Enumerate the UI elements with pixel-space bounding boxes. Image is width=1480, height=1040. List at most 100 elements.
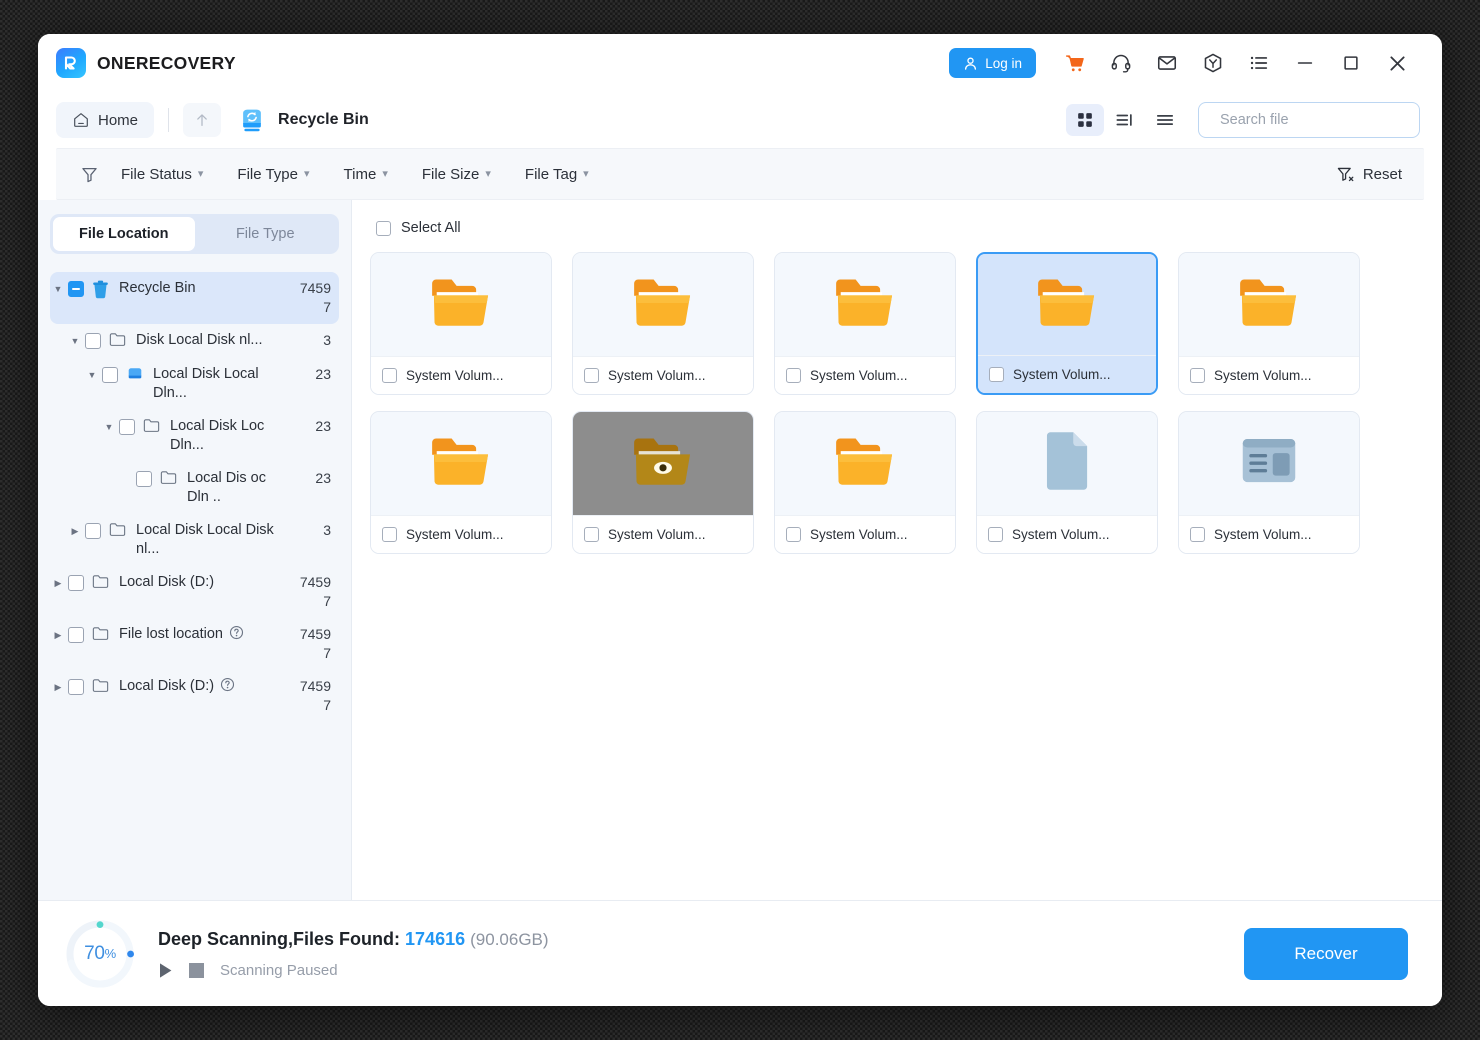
mail-icon[interactable]: [1144, 41, 1190, 85]
tree-checkbox[interactable]: [68, 627, 84, 643]
file-checkbox[interactable]: [584, 527, 599, 542]
tree-toggle-icon[interactable]: ▶: [50, 677, 66, 697]
tree-item[interactable]: ▼Local Disk Local Dln...23: [84, 358, 339, 410]
tree-item[interactable]: Local Dis oc Dln ..23: [118, 462, 339, 514]
file-checkbox[interactable]: [1190, 368, 1205, 383]
tree-toggle-icon[interactable]: ▶: [50, 573, 66, 593]
home-button[interactable]: Home: [56, 102, 154, 138]
tree-item-count: 3: [295, 331, 331, 350]
tree-toggle-icon[interactable]: ▼: [67, 331, 83, 351]
brand: ONERECOVERY: [56, 48, 236, 78]
folder-icon: [1237, 275, 1301, 334]
home-icon: [72, 111, 90, 129]
sidebar-tabs: File Location File Type: [50, 214, 339, 254]
home-label: Home: [98, 112, 138, 129]
content-area: File Location File Type ▼Recycle Bin7459…: [38, 200, 1442, 900]
headset-icon[interactable]: [1098, 41, 1144, 85]
file-tile[interactable]: System Volum...: [976, 411, 1158, 554]
file-tile[interactable]: System Volum...: [572, 411, 754, 554]
select-all-row[interactable]: Select All: [376, 220, 1422, 236]
search-box[interactable]: [1198, 102, 1420, 138]
file-checkbox[interactable]: [382, 527, 397, 542]
reset-button[interactable]: Reset: [1336, 165, 1402, 184]
tree-toggle-icon[interactable]: ▶: [50, 625, 66, 645]
file-tile-footer: System Volum...: [1179, 515, 1359, 553]
select-all-checkbox[interactable]: [376, 221, 391, 236]
tree-checkbox[interactable]: [136, 471, 152, 487]
tree-toggle-icon[interactable]: ▼: [50, 279, 66, 299]
file-tile[interactable]: System Volum...: [976, 252, 1158, 395]
tree-item[interactable]: ▶Local Disk (D:)74597: [50, 566, 339, 618]
login-button[interactable]: Log in: [949, 48, 1036, 78]
folder-outline-icon: [109, 521, 129, 537]
file-tile[interactable]: System Volum...: [370, 252, 552, 395]
tree-checkbox[interactable]: [68, 679, 84, 695]
tree-item-label: Disk Local Disk nl...: [136, 331, 295, 350]
file-checkbox[interactable]: [786, 527, 801, 542]
menu-list-icon[interactable]: [1236, 41, 1282, 85]
play-icon[interactable]: [158, 962, 173, 979]
tree-checkbox[interactable]: [102, 367, 118, 383]
user-icon: [963, 56, 978, 71]
tree-checkbox[interactable]: [68, 281, 84, 297]
folder-outline-icon: [143, 417, 163, 433]
tree-item[interactable]: ▼ Disk Local Disk nl...3: [67, 324, 339, 358]
select-all-label: Select All: [401, 220, 461, 236]
titlebar-actions: Log in: [949, 41, 1420, 85]
close-icon[interactable]: [1374, 41, 1420, 85]
chevron-down-icon: ▾: [304, 169, 310, 180]
breadcrumb-label: Recycle Bin: [278, 111, 369, 129]
maximize-icon[interactable]: [1328, 41, 1374, 85]
tree-item[interactable]: ▼Local Disk Loc Dln...23: [101, 410, 339, 462]
recover-button[interactable]: Recover: [1244, 928, 1408, 980]
tree-item-label: Local Disk (D:): [119, 573, 295, 592]
tab-file-type[interactable]: File Type: [195, 217, 337, 251]
list-icon[interactable]: [1146, 104, 1184, 136]
file-tile[interactable]: System Volum...: [370, 411, 552, 554]
title-bar: ONERECOVERY Log in: [38, 34, 1442, 92]
tree-toggle-icon[interactable]: ▼: [101, 417, 117, 437]
filter-file-size[interactable]: File Size ▾: [422, 166, 491, 183]
tree-item[interactable]: ▶Local Disk (D:)74597: [50, 670, 339, 722]
drive-blue-icon: [126, 365, 146, 381]
arrow-up-icon[interactable]: [183, 103, 221, 137]
filter-label: File Type: [237, 166, 298, 183]
file-tile[interactable]: System Volum...: [572, 252, 754, 395]
file-checkbox[interactable]: [989, 367, 1004, 382]
minimize-icon[interactable]: [1282, 41, 1328, 85]
box-icon[interactable]: [1190, 41, 1236, 85]
file-tile[interactable]: System Volum...: [774, 252, 956, 395]
tree-checkbox[interactable]: [85, 333, 101, 349]
tree-checkbox[interactable]: [85, 523, 101, 539]
file-tile[interactable]: System Volum...: [774, 411, 956, 554]
tab-file-location[interactable]: File Location: [53, 217, 195, 251]
cart-icon[interactable]: [1052, 41, 1098, 85]
tree-item[interactable]: ▼Recycle Bin74597: [50, 272, 339, 324]
reset-label: Reset: [1363, 166, 1402, 183]
file-checkbox[interactable]: [1190, 527, 1205, 542]
tree-toggle-icon[interactable]: ▶: [67, 521, 83, 541]
file-checkbox[interactable]: [786, 368, 801, 383]
file-checkbox[interactable]: [382, 368, 397, 383]
file-checkbox[interactable]: [988, 527, 1003, 542]
file-thumbnail: [775, 412, 955, 515]
tree-item[interactable]: ▶File lost location74597: [50, 618, 339, 670]
filter-file-type[interactable]: File Type ▾: [237, 166, 309, 183]
filter-file-tag[interactable]: File Tag ▾: [525, 166, 589, 183]
tree-item[interactable]: ▶Local Disk Local Disk nl...3: [67, 514, 339, 566]
files-found-count: 174616: [405, 929, 465, 949]
grid-icon[interactable]: [1066, 104, 1104, 136]
filter-file-status[interactable]: File Status ▾: [121, 166, 203, 183]
file-tile[interactable]: System Volum...: [1178, 252, 1360, 395]
detail-list-icon[interactable]: [1106, 104, 1144, 136]
tree-toggle-icon[interactable]: ▼: [84, 365, 100, 385]
tree-checkbox[interactable]: [119, 419, 135, 435]
file-tile[interactable]: System Volum...: [1178, 411, 1360, 554]
file-checkbox[interactable]: [584, 368, 599, 383]
stop-icon[interactable]: [189, 963, 204, 978]
tree-checkbox[interactable]: [68, 575, 84, 591]
search-input[interactable]: [1220, 112, 1407, 128]
filter-time[interactable]: Time ▾: [344, 166, 388, 183]
file-thumbnail: [1179, 412, 1359, 515]
filter-label: Time: [344, 166, 377, 183]
